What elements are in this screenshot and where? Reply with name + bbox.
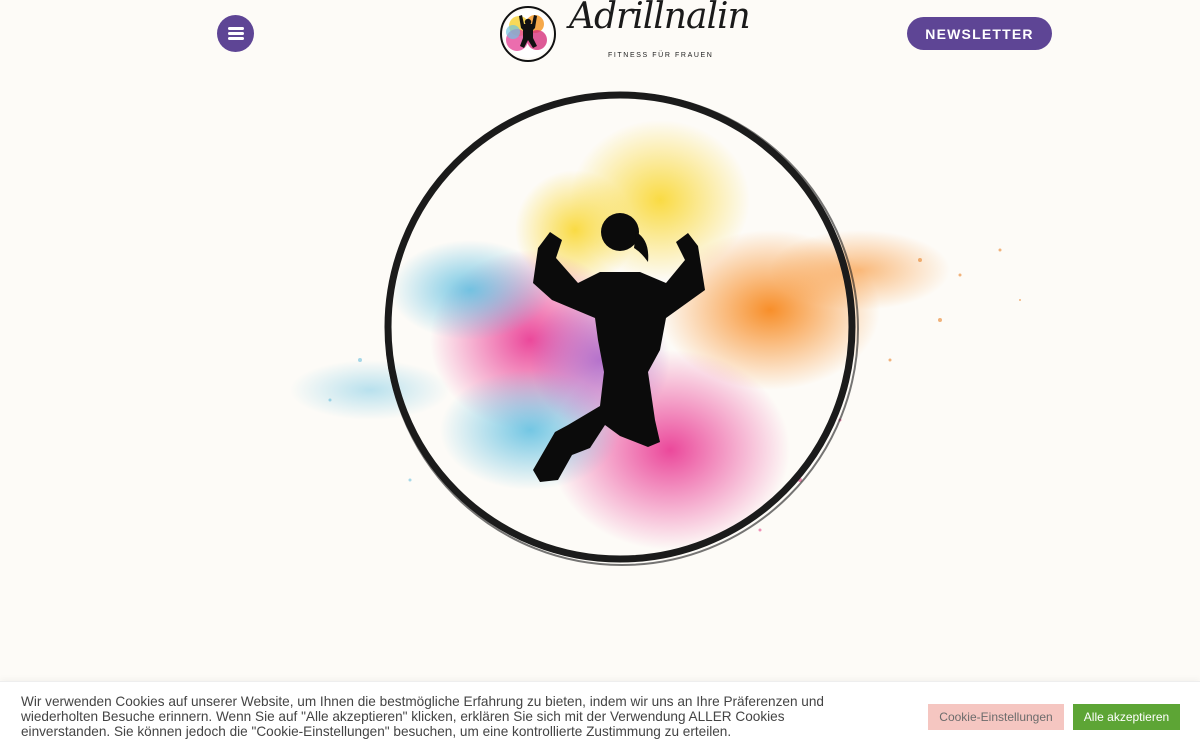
hero-image [290, 91, 1021, 566]
accept-all-cookies-button[interactable]: Alle akzeptieren [1073, 704, 1180, 730]
hamburger-icon [227, 27, 244, 40]
cookie-settings-button[interactable]: Cookie-Einstellungen [928, 704, 1064, 730]
logo-badge-icon [500, 6, 556, 62]
newsletter-button[interactable]: NEWSLETTER [907, 17, 1052, 50]
menu-button[interactable] [217, 15, 254, 52]
cookie-banner-text: Wir verwenden Cookies auf unserer Websit… [21, 694, 824, 739]
logo-script-text: Adrillnalin [569, 0, 751, 37]
site-logo[interactable]: Adrillnalin FITNESS FÜR FRAUEN [495, 0, 751, 68]
cookie-banner: Wir verwenden Cookies auf unserer Websit… [0, 681, 1200, 751]
logo-tagline: FITNESS FÜR FRAUEN [608, 52, 714, 59]
